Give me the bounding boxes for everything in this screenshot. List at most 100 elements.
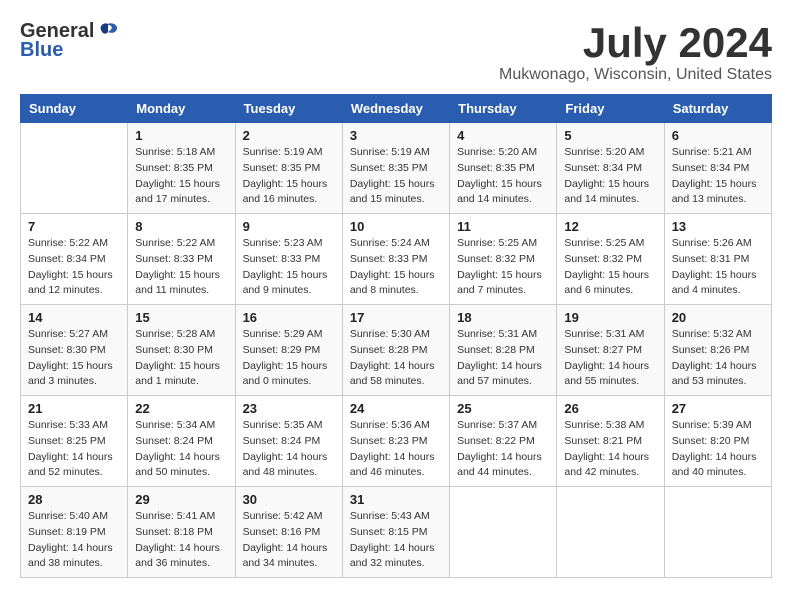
day-cell: 20Sunrise: 5:32 AMSunset: 8:26 PMDayligh… <box>664 305 771 396</box>
day-number: 17 <box>350 310 442 325</box>
day-info: Sunrise: 5:18 AMSunset: 8:35 PMDaylight:… <box>135 145 227 208</box>
day-info-line: and 53 minutes. <box>672 375 747 387</box>
day-cell: 5Sunrise: 5:20 AMSunset: 8:34 PMDaylight… <box>557 123 664 214</box>
day-info-line: Sunset: 8:34 PM <box>672 162 750 174</box>
day-info: Sunrise: 5:42 AMSunset: 8:16 PMDaylight:… <box>243 509 335 572</box>
day-info-line: Sunset: 8:33 PM <box>243 253 321 265</box>
day-info-line: Sunset: 8:24 PM <box>243 435 321 447</box>
day-info-line: Sunrise: 5:19 AM <box>350 146 430 158</box>
day-info-line: Daylight: 15 hours <box>243 269 328 281</box>
day-info: Sunrise: 5:35 AM Sunset: 8:24 PM Daylight:… <box>243 418 335 481</box>
day-info: Sunrise: 5:39 AMSunset: 8:20 PMDaylight:… <box>672 418 764 481</box>
day-number: 6 <box>672 128 764 143</box>
day-number: 20 <box>672 310 764 325</box>
day-cell: 29 Sunrise: 5:41 AMSunset: 8:18 PMDayligh… <box>128 487 235 578</box>
day-cell: 27 Sunrise: 5:39 AMSunset: 8:20 PMDayligh… <box>664 396 771 487</box>
day-number: 21 <box>28 401 120 416</box>
day-info-line: Sunset: 8:34 PM <box>28 253 106 265</box>
day-info-line: Daylight: 15 hours <box>135 178 220 190</box>
day-number: 24 <box>350 401 442 416</box>
day-info-line: Sunrise: 5:22 AM <box>135 237 215 249</box>
location: Mukwonago, Wisconsin, United States <box>499 66 772 84</box>
day-info-line: Sunset: 8:30 PM <box>28 344 106 356</box>
day-number: 15 <box>135 310 227 325</box>
day-info-line: Sunrise: 5:30 AM <box>350 328 430 340</box>
day-info-line: Daylight: 14 hours <box>350 542 435 554</box>
day-info: Sunrise: 5:29 AMSunset: 8:29 PMDaylight:… <box>243 327 335 390</box>
day-info: Sunrise: 5:38 AMSunset: 8:21 PMDaylight:… <box>564 418 656 481</box>
day-info-line: Sunset: 8:29 PM <box>243 344 321 356</box>
day-info-line: Sunrise: 5:36 AM <box>350 419 430 431</box>
day-cell: 24Sunrise: 5:36 AMSunset: 8:23 PMDayligh… <box>342 396 449 487</box>
day-number: 2 <box>243 128 335 143</box>
day-info-line: Daylight: 14 hours <box>564 451 649 463</box>
day-cell: 21 Sunrise: 5:33 AMSunset: 8:25 PMDayligh… <box>21 396 128 487</box>
logo-bird-icon <box>97 22 119 42</box>
day-info-line: and 32 minutes. <box>350 557 425 569</box>
day-info-line: Sunrise: 5:27 AM <box>28 328 108 340</box>
day-cell: 18Sunrise: 5:31 AMSunset: 8:28 PMDayligh… <box>450 305 557 396</box>
day-number: 27 <box>672 401 764 416</box>
day-info: Sunrise: 5:23 AMSunset: 8:33 PMDaylight:… <box>243 236 335 299</box>
day-info-line: Sunset: 8:35 PM <box>243 162 321 174</box>
day-info-line: Sunrise: 5:22 AM <box>28 237 108 249</box>
day-info-line: Sunset: 8:34 PM <box>564 162 642 174</box>
day-cell: 14Sunrise: 5:27 AMSunset: 8:30 PMDayligh… <box>21 305 128 396</box>
day-info-line: and 42 minutes. <box>564 466 639 478</box>
day-info-line: Daylight: 14 hours <box>28 451 113 463</box>
day-cell: 22Sunrise: 5:34 AMSunset: 8:24 PMDayligh… <box>128 396 235 487</box>
day-info-line: Sunrise: 5:28 AM <box>135 328 215 340</box>
day-info-line: Daylight: 14 hours <box>457 360 542 372</box>
day-cell: 3Sunrise: 5:19 AMSunset: 8:35 PMDaylight… <box>342 123 449 214</box>
day-info-line: Daylight: 14 hours <box>350 451 435 463</box>
day-info-line: Sunset: 8:28 PM <box>457 344 535 356</box>
day-info-line: and 38 minutes. <box>28 557 103 569</box>
day-info-line: Sunrise: 5:25 AM <box>564 237 644 249</box>
day-number: 10 <box>350 219 442 234</box>
day-cell: 31Sunrise: 5:43 AMSunset: 8:15 PMDayligh… <box>342 487 449 578</box>
day-info: Sunrise: 5:21 AMSunset: 8:34 PMDaylight:… <box>672 145 764 208</box>
day-info: Sunrise: 5:31 AMSunset: 8:28 PMDaylight:… <box>457 327 549 390</box>
day-info: Sunrise: 5:22 AMSunset: 8:34 PMDaylight:… <box>28 236 120 299</box>
day-info-line: Daylight: 14 hours <box>28 542 113 554</box>
day-number: 29 <box>135 492 227 507</box>
day-info-line: Sunrise: 5:31 AM <box>564 328 644 340</box>
day-info: Sunrise: 5:19 AMSunset: 8:35 PMDaylight:… <box>350 145 442 208</box>
day-info-line: Daylight: 15 hours <box>672 178 757 190</box>
day-number: 23 <box>243 401 335 416</box>
day-cell: 26Sunrise: 5:38 AMSunset: 8:21 PMDayligh… <box>557 396 664 487</box>
day-cell: 16Sunrise: 5:29 AMSunset: 8:29 PMDayligh… <box>235 305 342 396</box>
day-info-line: and 16 minutes. <box>243 193 318 205</box>
day-info-line: Sunset: 8:35 PM <box>135 162 213 174</box>
header-day-wednesday: Wednesday <box>342 95 449 123</box>
day-info-line: Sunset: 8:30 PM <box>135 344 213 356</box>
day-info-line: Sunset: 8:25 PM <box>28 435 106 447</box>
day-info-line: Daylight: 14 hours <box>350 360 435 372</box>
day-cell <box>557 487 664 578</box>
day-info-line: Daylight: 15 hours <box>135 269 220 281</box>
day-info-line: Sunrise: 5:26 AM <box>672 237 752 249</box>
day-info-line: and 50 minutes. <box>135 466 210 478</box>
day-info-line: and 36 minutes. <box>135 557 210 569</box>
day-cell: 13Sunrise: 5:26 AMSunset: 8:31 PMDayligh… <box>664 214 771 305</box>
week-row-2: 7Sunrise: 5:22 AMSunset: 8:34 PMDaylight… <box>21 214 772 305</box>
day-info-line: and 3 minutes. <box>28 375 97 387</box>
day-info-line: Sunrise: 5:37 AM <box>457 419 537 431</box>
day-number: 4 <box>457 128 549 143</box>
day-info: Sunrise: 5:26 AMSunset: 8:31 PMDaylight:… <box>672 236 764 299</box>
header-day-friday: Friday <box>557 95 664 123</box>
day-info-line: Sunset: 8:33 PM <box>135 253 213 265</box>
day-info-line: Sunrise: 5:41 AM <box>135 510 215 522</box>
header-day-tuesday: Tuesday <box>235 95 342 123</box>
day-info-line: Sunset: 8:31 PM <box>672 253 750 265</box>
day-info-line: and 7 minutes. <box>457 284 526 296</box>
day-info-line: Sunrise: 5:35 AM <box>243 419 323 431</box>
page-header: General Blue July 2024 Mukwonago, Wiscon… <box>20 20 772 84</box>
day-info-line: Daylight: 14 hours <box>243 451 328 463</box>
day-info: Sunrise: 5:20 AMSunset: 8:35 PMDaylight:… <box>457 145 549 208</box>
day-number: 1 <box>135 128 227 143</box>
day-info: Sunrise: 5:33 AMSunset: 8:25 PMDaylight:… <box>28 418 120 481</box>
day-info-line: Daylight: 14 hours <box>457 451 542 463</box>
day-info: Sunrise: 5:41 AMSunset: 8:18 PMDaylight:… <box>135 509 227 572</box>
day-number: 28 <box>28 492 120 507</box>
